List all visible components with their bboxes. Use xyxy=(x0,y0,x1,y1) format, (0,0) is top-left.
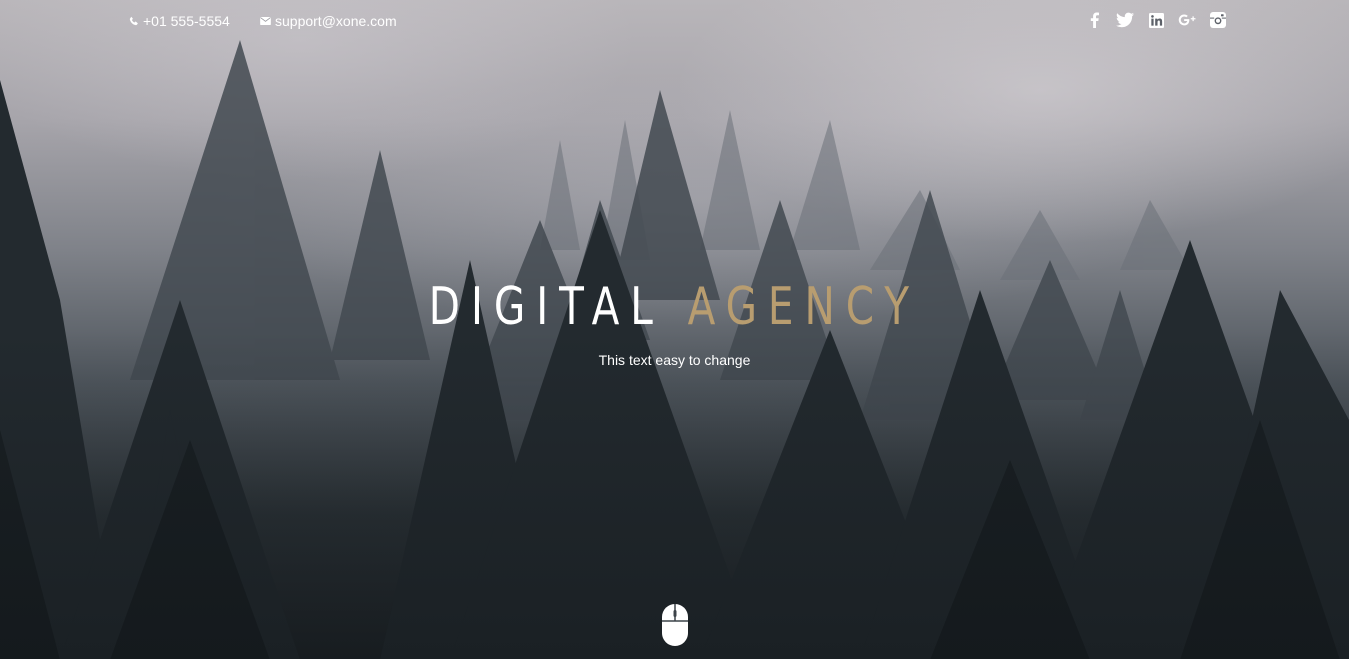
phone-contact[interactable]: +01 555-5554 xyxy=(129,13,230,29)
linkedin-icon[interactable] xyxy=(1147,10,1165,30)
email-contact[interactable]: support@xone.com xyxy=(260,13,397,29)
facebook-icon[interactable] xyxy=(1085,10,1103,30)
envelope-icon xyxy=(260,17,271,25)
phone-number: +01 555-5554 xyxy=(143,13,230,29)
hero-title-word1: DIGITAL xyxy=(428,277,664,337)
hero-section: +01 555-5554 support@xone.com DIGITAL AG… xyxy=(0,0,1349,659)
mouse-scroll-icon[interactable] xyxy=(662,604,688,646)
phone-icon xyxy=(129,16,139,26)
hero-subtitle: This text easy to change xyxy=(598,352,751,368)
google-plus-icon[interactable] xyxy=(1178,10,1196,30)
email-address: support@xone.com xyxy=(275,13,397,29)
hero-title: DIGITAL AGENCY xyxy=(148,272,1200,342)
social-links xyxy=(1085,10,1227,30)
instagram-icon[interactable] xyxy=(1209,10,1227,30)
twitter-icon[interactable] xyxy=(1116,10,1134,30)
hero-title-word2: AGENCY xyxy=(687,277,920,337)
top-bar: +01 555-5554 support@xone.com xyxy=(0,0,1349,42)
